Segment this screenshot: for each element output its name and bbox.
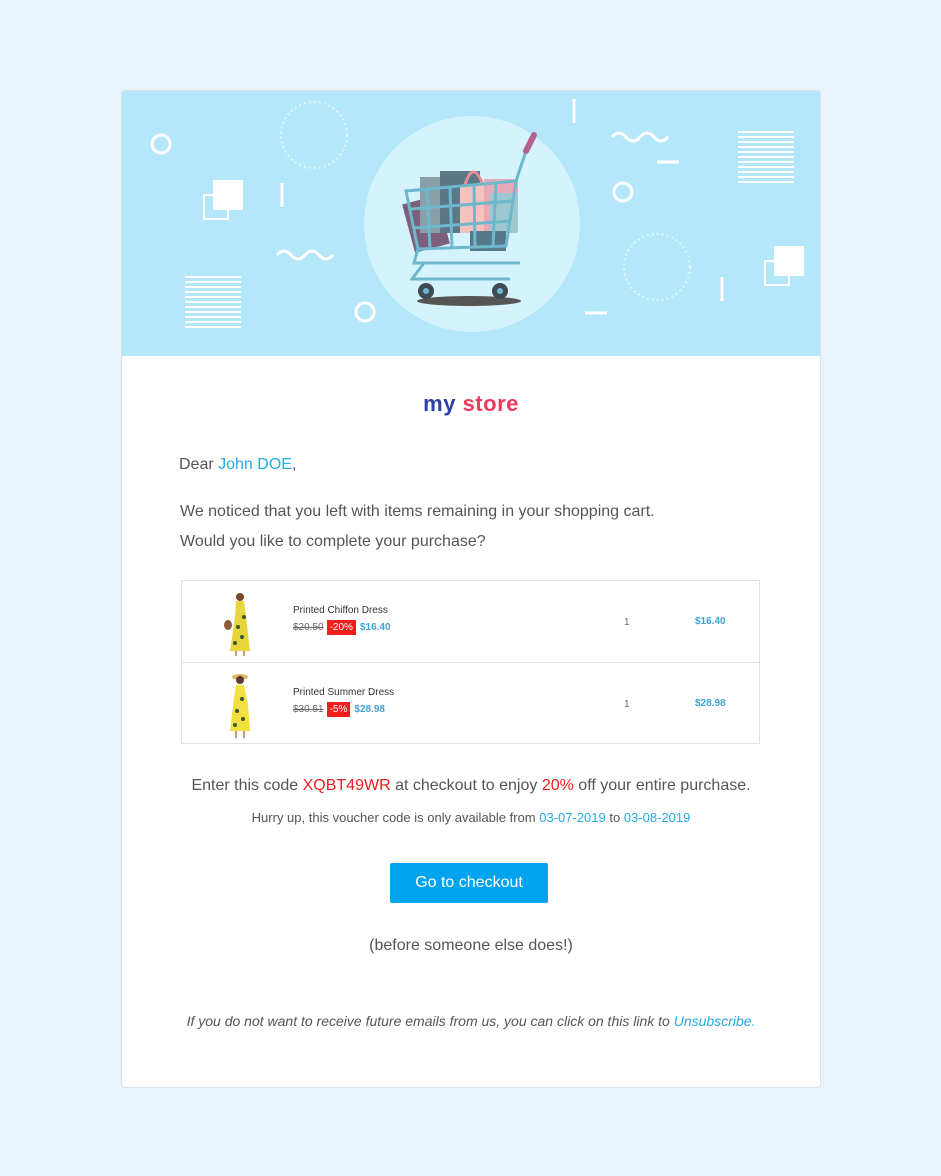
valid-from-date: 03-07-2019 (539, 810, 606, 825)
voucher-validity: Hurry up, this voucher code is only avai… (122, 810, 820, 825)
product-image (230, 674, 250, 738)
message-line-2: Would you like to complete your purchase… (180, 533, 486, 550)
discount-badge: -5% (326, 702, 351, 717)
product-name[interactable]: Printed Chiffon Dress (293, 605, 388, 616)
validity-pre: Hurry up, this voucher code is only avai… (251, 810, 540, 825)
voucher-pre: Enter this code (191, 777, 303, 794)
validity-to: to (605, 810, 624, 825)
store-logo: my store (122, 391, 820, 417)
voucher-mid: at checkout to enjoy (390, 777, 542, 794)
greeting: Dear John DOE, (179, 456, 296, 474)
old-price: $20.50 (293, 622, 324, 633)
message-line-1: We noticed that you left with items rema… (180, 503, 655, 520)
cart-items-table: Printed Chiffon Dress $20.50 -20% $16.40… (181, 580, 760, 744)
table-row: Printed Chiffon Dress $20.50 -20% $16.40… (182, 581, 759, 662)
product-pricing: $20.50 -20% $16.40 (293, 620, 391, 635)
table-row: Printed Summer Dress $30.51 -5% $28.98 1… (182, 662, 759, 743)
valid-to-date: 03-08-2019 (623, 810, 691, 825)
cart-message: We noticed that you left with items rema… (180, 497, 655, 557)
unsubscribe-link[interactable]: Unsubscribe. (674, 1013, 756, 1029)
product-pricing: $30.51 -5% $28.98 (293, 702, 385, 717)
unsubscribe-notice: If you do not want to receive future ema… (122, 1013, 820, 1029)
logo-store: store (462, 391, 519, 416)
old-price: $30.51 (293, 704, 324, 715)
hero-banner (122, 91, 820, 356)
shopping-cart-illustration (150, 99, 804, 332)
unit-price: $16.40 (359, 622, 391, 633)
unit-price: $28.98 (354, 704, 385, 715)
email-card: my store Dear John DOE, We noticed that … (121, 90, 821, 1088)
product-name[interactable]: Printed Summer Dress (293, 687, 394, 698)
discount-badge: -20% (326, 620, 356, 635)
greeting-prefix: Dear (179, 456, 219, 473)
voucher-text: Enter this code XQBT49WR at checkout to … (122, 777, 820, 795)
quantity: 1 (624, 617, 630, 628)
unsubscribe-text: If you do not want to receive future ema… (186, 1013, 674, 1029)
before-someone-text: (before someone else does!) (369, 937, 573, 954)
greeting-suffix: , (291, 456, 297, 473)
logo-my: my (423, 391, 456, 416)
line-total: $16.40 (695, 616, 726, 627)
line-total: $28.98 (695, 698, 726, 709)
voucher-post: off your entire purchase. (573, 777, 751, 794)
voucher-percent: 20% (541, 777, 574, 794)
customer-name: John DOE (218, 456, 292, 473)
go-to-checkout-button[interactable]: Go to checkout (390, 863, 548, 903)
product-image (224, 593, 250, 656)
quantity: 1 (624, 699, 630, 710)
voucher-code: XQBT49WR (302, 777, 391, 794)
